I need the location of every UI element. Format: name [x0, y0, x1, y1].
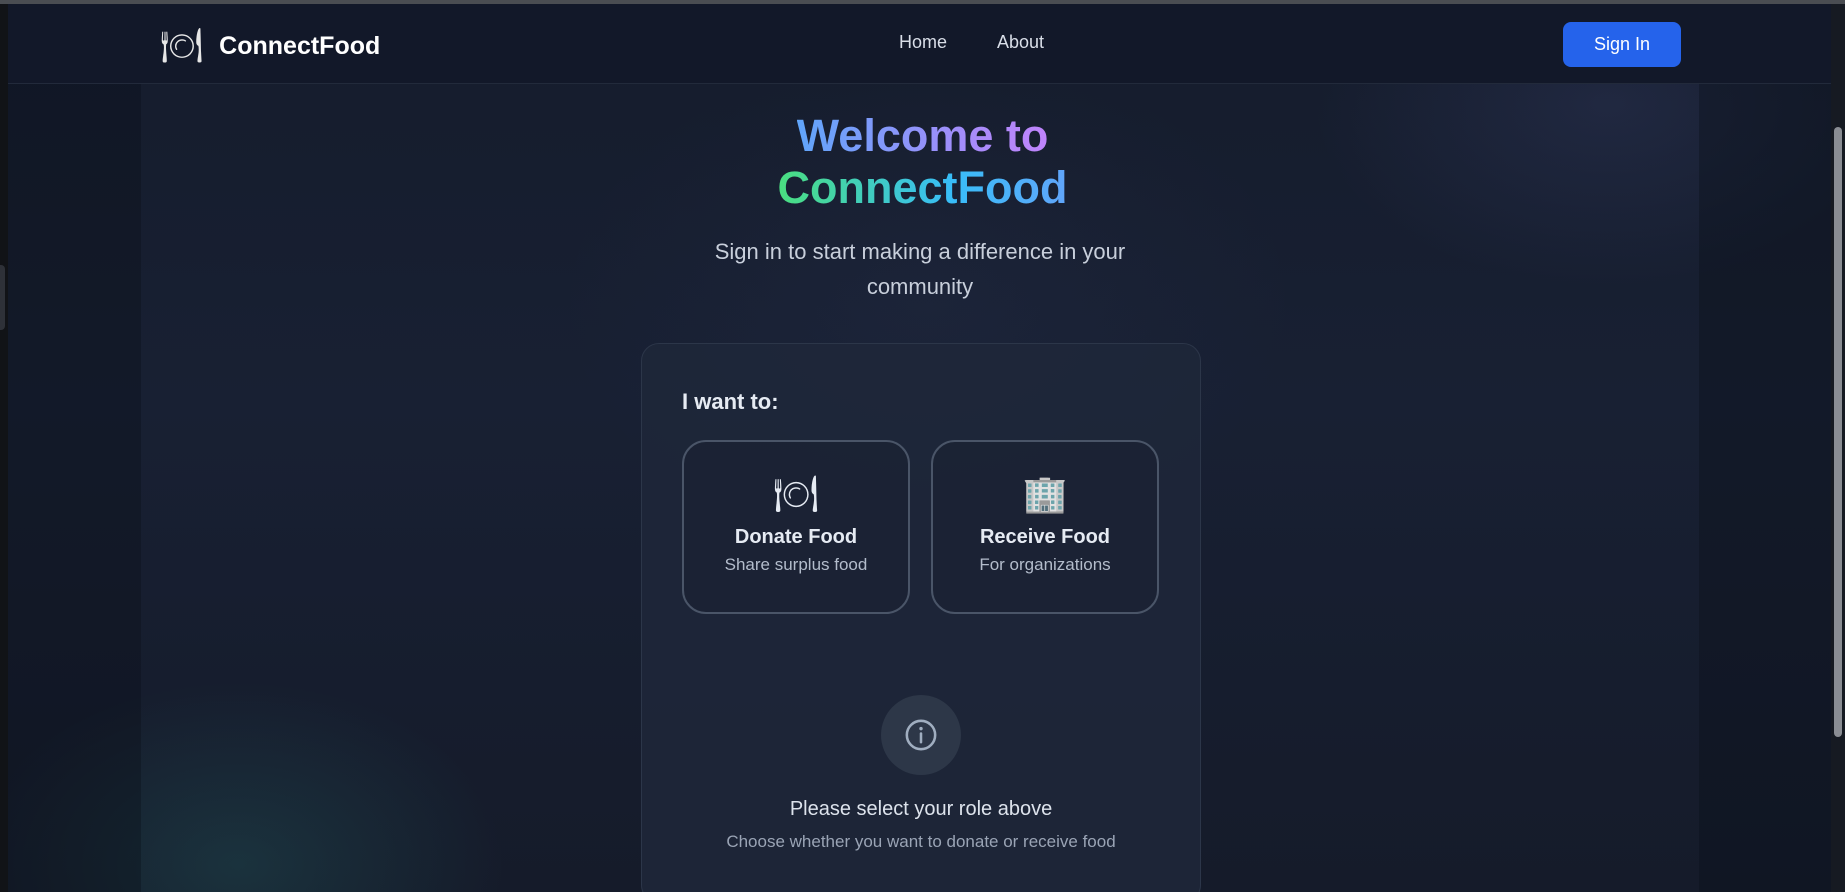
info-title: Please select your role above	[789, 798, 1053, 820]
sign-in-button[interactable]: Sign In	[1563, 22, 1681, 67]
role-prompt: I want to:	[682, 389, 779, 414]
brand-name: ConnectFood	[219, 31, 381, 60]
brand-logo[interactable]: 🍽 ConnectFood	[160, 26, 380, 66]
role-selection-card: I want to: 🍽 Donate Food Share surplus f…	[641, 343, 1201, 892]
info-icon	[905, 719, 937, 751]
donate-food-description: Share surplus food	[724, 555, 868, 574]
donate-food-title: Donate Food	[734, 526, 858, 548]
plate-cutlery-icon: 🍽	[160, 26, 204, 66]
office-building-icon: 🏢	[1022, 474, 1068, 515]
main-nav: Home About	[899, 32, 1044, 53]
info-subtitle: Choose whether you want to donate or rec…	[726, 832, 1116, 851]
hero-subtitle: Sign in to start making a difference in …	[714, 239, 1126, 299]
receive-food-description: For organizations	[979, 555, 1111, 574]
info-icon-badge	[881, 695, 961, 775]
navbar: 🍽 ConnectFood Home About Sign In	[8, 4, 1831, 84]
hero-title-line-2: ConnectFood	[777, 162, 1068, 213]
nav-link-about[interactable]: About	[997, 32, 1044, 53]
nav-link-home[interactable]: Home	[899, 32, 947, 53]
plate-cutlery-icon: 🍽	[773, 474, 819, 515]
side-panel-handle[interactable]	[0, 265, 5, 330]
hero-title-line-1: Welcome to	[796, 110, 1049, 161]
donate-food-option[interactable]: 🍽 Donate Food Share surplus food	[682, 440, 910, 614]
receive-food-title: Receive Food	[979, 526, 1111, 548]
receive-food-option[interactable]: 🏢 Receive Food For organizations	[931, 440, 1159, 614]
scrollbar[interactable]	[1831, 4, 1845, 892]
hero: Welcome to ConnectFood	[0, 110, 1845, 214]
scrollbar-thumb[interactable]	[1834, 127, 1842, 737]
